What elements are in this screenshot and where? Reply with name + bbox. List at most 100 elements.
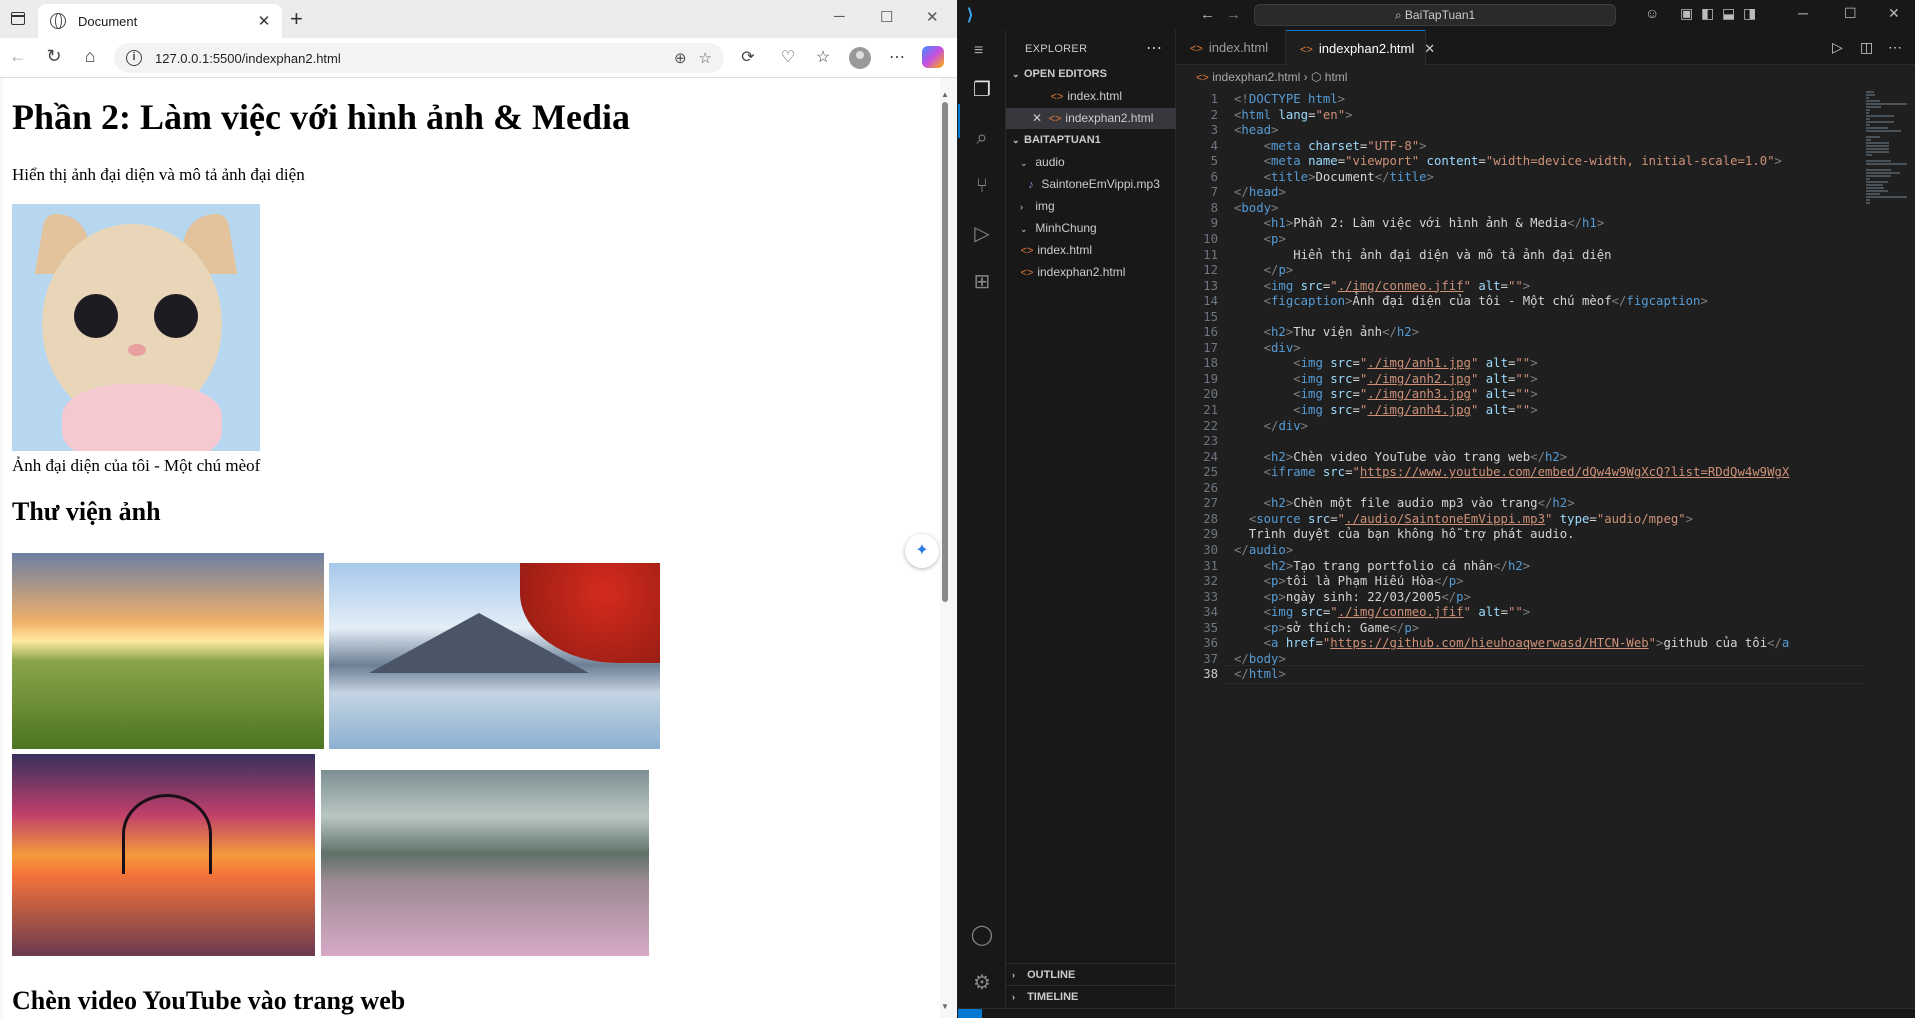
editor-tab-indexphan2[interactable]: <> indexphan2.html ✕ (1286, 30, 1435, 65)
scrollbar-thumb[interactable] (942, 102, 948, 602)
minimap-line (1866, 160, 1891, 162)
browser-tab-bar: Document ✕ + ─ ☐ ✕ (0, 0, 957, 38)
tree-label: audio (1035, 155, 1065, 169)
editor-tab-index[interactable]: <> index.html (1176, 30, 1286, 65)
extensions-icon[interactable]: ⟳ (737, 47, 759, 67)
tree-item-indexphan2[interactable]: <> indexphan2.html (1006, 262, 1176, 283)
source-control-icon[interactable]: ⑂ (970, 174, 994, 198)
avatar-caption: Ảnh đại diện của tôi - Một chú mèof (12, 456, 261, 475)
minimap-line (1866, 202, 1870, 204)
favorites-icon[interactable]: ☆ (812, 47, 834, 67)
minimap-line (1866, 109, 1870, 111)
sparkle-icon[interactable]: ✦ (905, 534, 939, 568)
close-window-button[interactable]: ✕ (926, 8, 939, 26)
explorer-icon[interactable]: ❐ (970, 78, 994, 102)
code-text: </html> (1234, 667, 1286, 682)
minimap-line (1866, 97, 1870, 99)
toggle-panel-icon[interactable]: ⬓ (1722, 5, 1735, 22)
open-editor-label: indexphan2.html (1065, 111, 1154, 125)
address-bar[interactable]: i 127.0.0.1:5500/indexphan2.html ⊕ ☆ (114, 43, 724, 73)
open-editor-item-active[interactable]: ✕ <> indexphan2.html (1006, 108, 1176, 129)
site-info-icon[interactable]: i (126, 50, 142, 66)
refresh-button[interactable]: ↻ (42, 46, 66, 67)
back-nav-icon[interactable]: ← (1200, 6, 1215, 23)
run-debug-icon[interactable]: ▷ (970, 222, 994, 246)
menu-icon[interactable]: ≡ (974, 42, 983, 60)
search-label: BaiTapTuan1 (1404, 8, 1476, 22)
settings-gear-icon[interactable]: ⚙ (970, 971, 994, 995)
timeline-header[interactable]: › TIMELINE (1006, 985, 1176, 1007)
project-header[interactable]: ⌄ BAITAPTUAN1 (1006, 130, 1176, 151)
tree-item-mp3[interactable]: ♪ SaintoneEmVippi.mp3 (1006, 174, 1176, 195)
zoom-icon[interactable]: ⊕ (674, 49, 687, 67)
minimap[interactable] (1866, 90, 1914, 204)
timeline-label: TIMELINE (1027, 991, 1079, 1003)
command-center-search[interactable]: ⌕ BaiTapTuan1 (1254, 4, 1616, 26)
new-tab-button[interactable]: + (290, 6, 303, 32)
gallery-heading: Thư viện ảnh (12, 497, 161, 526)
tree-label: MinhChung (1035, 221, 1097, 235)
code-line[interactable]: 38 </html> (1176, 665, 1915, 685)
toggle-secondary-sidebar-icon[interactable]: ◨ (1743, 5, 1756, 22)
copilot-icon[interactable] (922, 46, 944, 68)
gallery-image-2 (329, 563, 660, 749)
home-button[interactable]: ⌂ (78, 46, 102, 67)
favorite-star-icon[interactable]: ☆ (699, 49, 712, 67)
editor-more-icon[interactable]: ⋯ (1888, 39, 1902, 56)
minimap-line (1866, 115, 1894, 117)
tree-label: indexphan2.html (1037, 265, 1126, 279)
close-tab-icon[interactable]: ✕ (252, 12, 276, 30)
open-editor-item[interactable]: <> index.html (1006, 86, 1176, 107)
tree-item-index[interactable]: <> index.html (1006, 240, 1176, 261)
video-heading: Chèn video YouTube vào trang web (12, 986, 406, 1015)
back-button[interactable]: ← (6, 46, 30, 67)
tree-item-img[interactable]: › img (1006, 196, 1176, 217)
status-bar (958, 1008, 1915, 1018)
html-file-icon: <> (1300, 44, 1313, 56)
minimap-line (1866, 148, 1889, 150)
account-icon[interactable]: ◯ (970, 923, 994, 947)
maximize-button[interactable]: ☐ (880, 8, 893, 26)
close-tab-icon[interactable]: ✕ (1424, 41, 1435, 56)
browser-essentials-icon[interactable]: ♡ (777, 47, 799, 67)
html-file-icon: <> (1190, 43, 1203, 55)
copilot-menu-icon[interactable]: ☺ (1645, 5, 1659, 21)
element-icon: ⬡ (1310, 70, 1322, 84)
run-icon[interactable]: ▷ (1832, 39, 1843, 56)
tree-item-audio[interactable]: ⌄ audio (1006, 152, 1176, 173)
split-editor-icon[interactable]: ◫ (1860, 39, 1873, 56)
maximize-button[interactable]: ☐ (1844, 5, 1857, 22)
minimap-line (1866, 175, 1892, 177)
tab-actions-icon[interactable] (11, 12, 25, 25)
explorer-title: EXPLORER (1025, 43, 1088, 55)
outline-header[interactable]: › OUTLINE (1006, 963, 1176, 985)
close-window-button[interactable]: ✕ (1888, 5, 1900, 22)
minimap-line (1866, 163, 1908, 165)
search-icon[interactable]: ⌕ (970, 126, 994, 150)
audio-file-icon: ♪ (1028, 179, 1034, 191)
layout-icon[interactable]: ▣ (1680, 5, 1693, 22)
minimap-line (1866, 193, 1880, 195)
browser-tab[interactable]: Document ✕ (38, 4, 282, 38)
url-text[interactable]: 127.0.0.1:5500/indexphan2.html (155, 51, 674, 66)
page-scrollbar[interactable]: ▲ ▼ (940, 90, 950, 1018)
profile-avatar[interactable] (849, 47, 871, 69)
open-editors-header[interactable]: ⌄ OPEN EDITORS (1006, 64, 1176, 85)
minimize-button[interactable]: ─ (834, 8, 845, 25)
close-editor-icon[interactable]: ✕ (1032, 111, 1042, 125)
html-file-icon: <> (1020, 267, 1034, 279)
extensions-icon[interactable]: ⊞ (970, 270, 994, 294)
tree-item-minhchung[interactable]: ⌄ MinhChung (1006, 218, 1176, 239)
breadcrumb[interactable]: <> indexphan2.html › ⬡ html (1196, 70, 1347, 84)
minimap-line (1866, 139, 1871, 141)
minimap-line (1866, 121, 1895, 123)
explorer-more-icon[interactable]: ⋯ (1146, 38, 1162, 58)
minimize-button[interactable]: ─ (1798, 5, 1808, 21)
minimap-line (1866, 106, 1881, 108)
more-menu-icon[interactable]: ⋯ (886, 47, 908, 67)
forward-nav-icon[interactable]: → (1226, 6, 1241, 23)
remote-indicator[interactable] (958, 1009, 982, 1018)
editor-area: <> index.html <> indexphan2.html ✕ ▷ ◫ ⋯ <>… (1176, 30, 1915, 1008)
toggle-sidebar-icon[interactable]: ◧ (1701, 5, 1714, 22)
minimap-line (1866, 94, 1875, 96)
